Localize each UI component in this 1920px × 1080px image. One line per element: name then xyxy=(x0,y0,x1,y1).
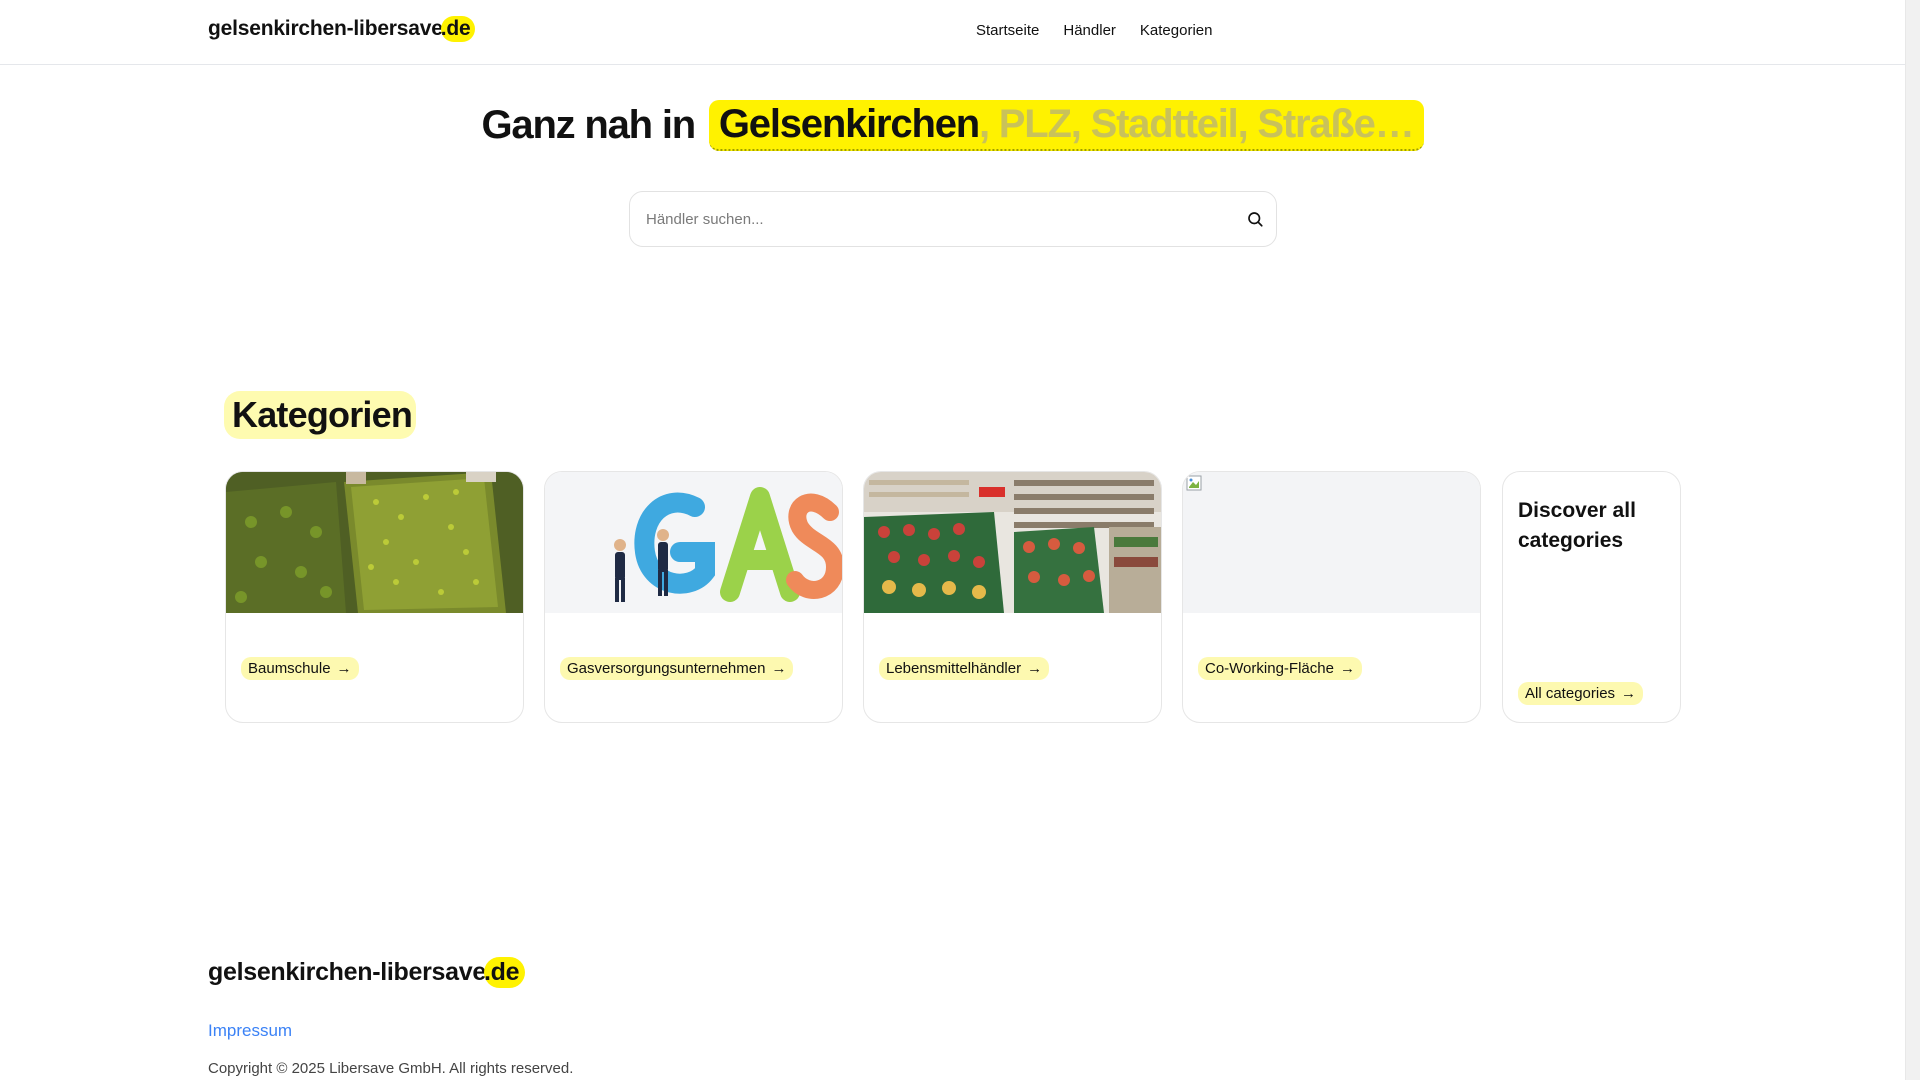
category-card-lebensmittel[interactable]: Lebensmittelhändler → xyxy=(863,471,1162,723)
category-card-baumschule[interactable]: Baumschule → xyxy=(225,471,524,723)
copyright-text: Copyright © 2025 Libersave GmbH. All rig… xyxy=(208,1060,574,1077)
broken-image-icon xyxy=(1186,475,1202,491)
footer-logo[interactable]: gelsenkirchen-libersave.de xyxy=(208,957,526,988)
footer-logo-text: gelsenkirchen-libersav xyxy=(208,958,473,986)
page-scrollbar[interactable] xyxy=(1905,0,1920,1080)
arrow-right-icon: → xyxy=(1621,685,1637,702)
search-input[interactable] xyxy=(646,192,1236,246)
main-nav: Startseite Händler Kategorien xyxy=(976,22,1212,39)
footer-logo-tld: .de xyxy=(483,957,526,988)
category-pill-baumschule[interactable]: Baumschule → xyxy=(241,657,359,680)
category-pill-gasversorgung[interactable]: Gasversorgungsunternehmen → xyxy=(560,657,794,680)
hero-prefix: Ganz nah in xyxy=(481,103,696,147)
category-image-lebensmittel xyxy=(864,472,1161,613)
category-pill-lebensmittel[interactable]: Lebensmittelhändler → xyxy=(879,657,1050,680)
category-pill-coworking[interactable]: Co-Working-Fläche → xyxy=(1198,657,1362,680)
hero-location-highlight: Gelsenkirchen, PLZ, Stadtteil, Straße… xyxy=(708,100,1424,151)
arrow-right-icon: → xyxy=(1027,660,1043,677)
arrow-right-icon: → xyxy=(336,660,352,677)
nav-haendler[interactable]: Händler xyxy=(1063,22,1116,39)
nav-startseite[interactable]: Startseite xyxy=(976,22,1039,39)
hero-title: Ganz nah in Gelsenkirchen, PLZ, Stadttei… xyxy=(0,100,1905,151)
category-card-gasversorgung[interactable]: Gasversorgungsunternehmen → xyxy=(544,471,843,723)
nav-kategorien[interactable]: Kategorien xyxy=(1140,22,1213,39)
search-icon[interactable] xyxy=(1246,210,1264,228)
search-box xyxy=(629,191,1277,247)
all-categories-card[interactable]: Discover all categories All categories → xyxy=(1502,471,1681,723)
categories-heading: Kategorien xyxy=(224,391,417,439)
category-label: Co-Working-Fläche xyxy=(1205,660,1334,677)
all-categories-title: Discover all categories xyxy=(1518,499,1636,552)
hero-city: Gelsenkirchen xyxy=(718,102,980,146)
category-label: Gasversorgungsunternehmen xyxy=(567,660,766,677)
site-logo[interactable]: gelsenkirchen-libersave.de xyxy=(208,16,476,42)
category-image-coworking xyxy=(1183,472,1480,613)
category-image-gasversorgung xyxy=(545,472,842,613)
hero-location-suffix: , PLZ, Stadtteil, Straße… xyxy=(978,102,1415,146)
all-categories-link[interactable]: All categories → xyxy=(1518,682,1644,705)
arrow-right-icon: → xyxy=(771,660,787,677)
category-label: Baumschule xyxy=(248,660,331,677)
category-card-coworking[interactable]: Co-Working-Fläche → xyxy=(1182,471,1481,723)
category-image-baumschule xyxy=(226,472,523,613)
logo-text: gelsenkirchen-libersav xyxy=(208,17,432,40)
all-categories-label: All categories xyxy=(1525,685,1616,702)
category-label: Lebensmittelhändler xyxy=(886,660,1022,677)
logo-tld: .de xyxy=(440,16,476,42)
impressum-link[interactable]: Impressum xyxy=(208,1021,292,1041)
arrow-right-icon: → xyxy=(1339,660,1355,677)
site-header: gelsenkirchen-libersave.de Startseite Hä… xyxy=(0,0,1905,65)
